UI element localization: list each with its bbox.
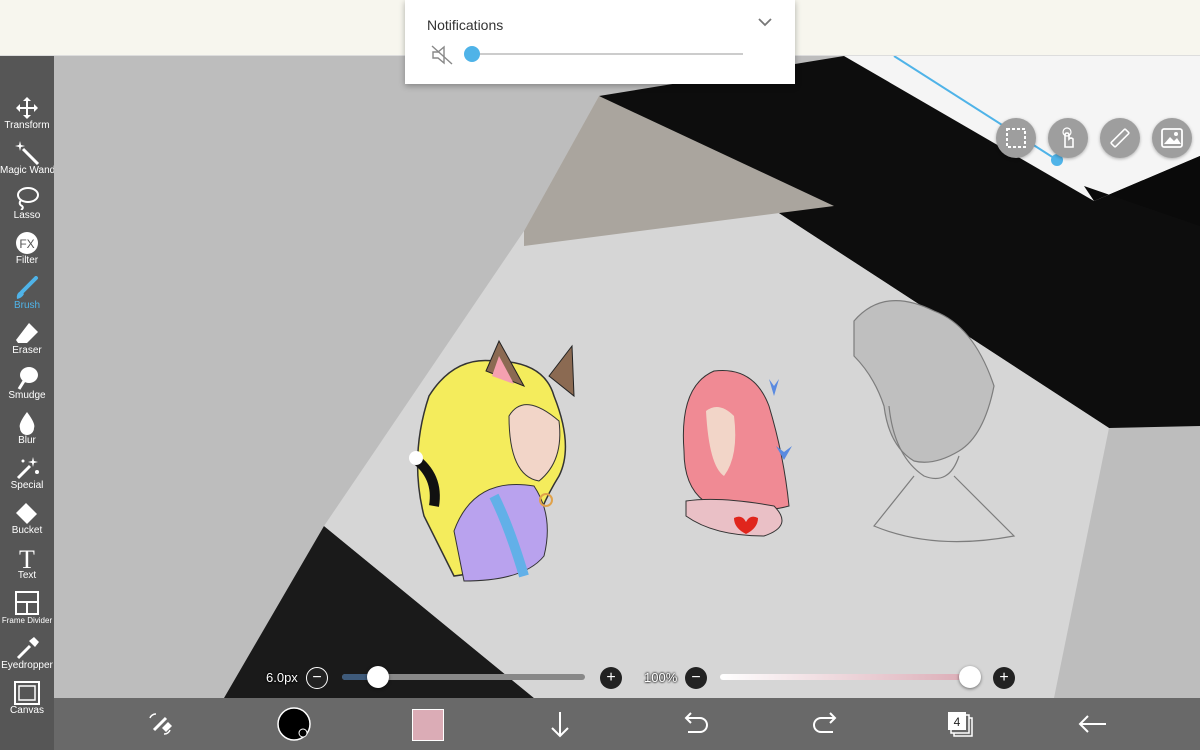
tool-special[interactable]: Special — [0, 450, 54, 495]
brush-size-increase-button[interactable]: + — [600, 667, 622, 689]
opacity-slider[interactable] — [720, 674, 970, 680]
tool-brush[interactable]: Brush — [0, 270, 54, 315]
undo-button[interactable] — [676, 706, 712, 742]
volume-slider-knob[interactable] — [464, 46, 480, 62]
gallery-button[interactable] — [1152, 118, 1192, 158]
magic-wand-icon — [15, 141, 40, 165]
tool-label: Transform — [4, 120, 50, 131]
selection-button[interactable] — [996, 118, 1036, 158]
undo-icon — [684, 712, 708, 733]
tool-label: Magic Wand — [0, 165, 56, 176]
brush-preview-icon — [277, 707, 311, 741]
brush-size-value: 6.0px — [266, 670, 298, 685]
tool-label: Special — [10, 480, 44, 491]
tool-eyedropper[interactable]: Eyedropper — [0, 630, 54, 675]
opacity-increase-button[interactable]: + — [993, 667, 1015, 689]
touch-button[interactable] — [1048, 118, 1088, 158]
back-button[interactable] — [1074, 706, 1110, 742]
color-button[interactable] — [409, 706, 445, 742]
swap-tool-button[interactable] — [142, 706, 178, 742]
svg-text:T: T — [19, 546, 35, 570]
smudge-icon — [17, 367, 38, 390]
opacity-control: 100% − + — [640, 664, 1020, 692]
tool-text[interactable]: T Text — [0, 540, 54, 585]
volume-slider[interactable] — [471, 53, 743, 55]
ruler-button[interactable] — [1100, 118, 1140, 158]
tool-label: Brush — [13, 300, 41, 311]
tool-label: Eraser — [12, 345, 42, 356]
brush-size-control: 6.0px − + — [262, 664, 632, 692]
tool-canvas[interactable]: Canvas — [0, 675, 54, 720]
brush-size-knob[interactable] — [367, 666, 390, 688]
tool-label: Text — [17, 570, 37, 581]
opacity-value: 100% — [644, 670, 678, 685]
tool-filter[interactable]: FX Filter — [0, 225, 54, 270]
layers-button[interactable]: 4 — [942, 706, 978, 742]
tool-label: Smudge — [8, 390, 46, 401]
download-button[interactable] — [542, 706, 578, 742]
opacity-decrease-button[interactable]: − — [685, 667, 707, 689]
frame-divider-icon — [15, 591, 39, 615]
brush-icon — [16, 276, 38, 299]
special-icon — [16, 457, 39, 480]
color-swatch — [412, 709, 444, 741]
image-icon — [1161, 128, 1183, 148]
opacity-knob[interactable] — [959, 666, 981, 688]
eyedropper-icon — [16, 637, 39, 660]
tool-bucket[interactable]: Bucket — [0, 495, 54, 540]
filter-icon: FX — [16, 232, 38, 254]
tool-label: Frame Divider — [1, 616, 53, 625]
hand-icon — [1062, 127, 1074, 148]
chevron-down-icon[interactable] — [757, 14, 773, 30]
tool-transform[interactable]: Transform — [0, 90, 54, 135]
bucket-icon — [16, 503, 37, 524]
text-icon: T — [19, 546, 35, 570]
tool-smudge[interactable]: Smudge — [0, 360, 54, 405]
mute-icon[interactable] — [431, 44, 453, 66]
layer-count: 4 — [954, 715, 961, 729]
ruler-icon — [1110, 128, 1130, 148]
tool-eraser[interactable]: Eraser — [0, 315, 54, 360]
brush-eraser-swap-icon — [149, 713, 172, 735]
notification-title: Notifications — [427, 17, 504, 33]
canvas-icon — [14, 681, 40, 705]
tool-lasso[interactable]: Lasso — [0, 180, 54, 225]
tool-label: Lasso — [13, 210, 41, 221]
tool-label: Bucket — [11, 525, 43, 536]
brush-size-decrease-button[interactable]: − — [306, 667, 328, 689]
tool-label: Blur — [18, 435, 36, 446]
tool-frame-divider[interactable]: Frame Divider — [0, 585, 54, 630]
svg-text:FX: FX — [19, 237, 34, 251]
tool-label: Canvas — [10, 705, 44, 716]
tool-sidebar: Transform Magic Wand Lasso FX Filter Bru… — [0, 56, 56, 750]
eraser-icon — [16, 323, 38, 343]
brush-preview-button[interactable] — [276, 706, 312, 742]
drawing-canvas[interactable] — [54, 56, 1200, 698]
redo-button[interactable] — [809, 706, 845, 742]
redo-icon — [813, 712, 837, 733]
selection-icon — [1006, 128, 1026, 148]
tool-blur[interactable]: Blur — [0, 405, 54, 450]
transform-icon — [16, 97, 38, 119]
tool-magic-wand[interactable]: Magic Wand — [0, 135, 56, 180]
blur-icon — [19, 412, 35, 435]
bottom-toolbar: 4 — [54, 698, 1200, 750]
arrow-down-icon — [551, 712, 569, 738]
tool-label: Eyedropper — [1, 660, 53, 671]
notification-panel: Notifications — [405, 0, 795, 84]
arrow-left-icon — [1078, 715, 1106, 733]
lasso-icon — [17, 187, 39, 210]
tool-label: Filter — [15, 255, 39, 266]
layers-icon: 4 — [948, 712, 973, 737]
